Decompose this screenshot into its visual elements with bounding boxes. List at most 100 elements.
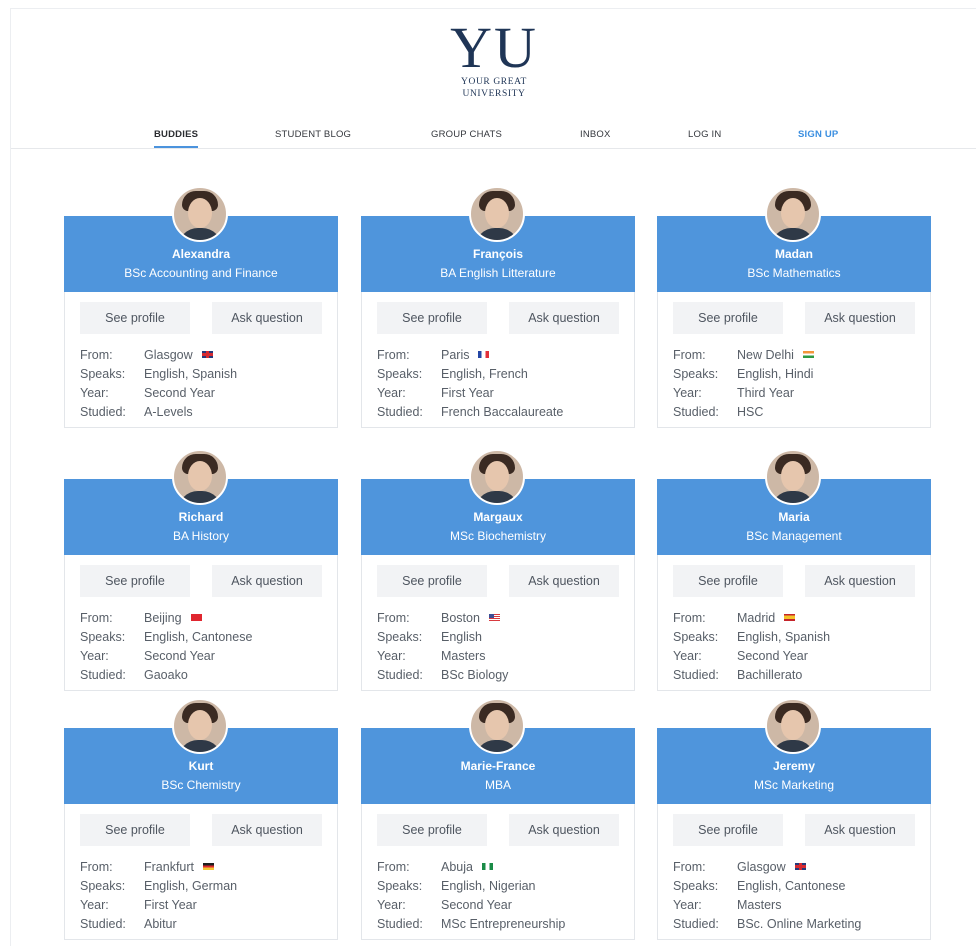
year-value: Second Year xyxy=(441,898,512,912)
ask-question-button[interactable]: Ask question xyxy=(212,565,322,597)
site-header: YU YOUR GREAT UNIVERSITY BUDDIES STUDENT… xyxy=(11,9,976,149)
avatar[interactable] xyxy=(172,449,228,505)
see-profile-button[interactable]: See profile xyxy=(80,814,190,846)
avatar-body xyxy=(771,228,815,240)
studied-value: French Baccalaureate xyxy=(441,405,564,419)
see-profile-button[interactable]: See profile xyxy=(80,302,190,334)
see-profile-button[interactable]: See profile xyxy=(377,302,487,334)
year-label: Year: xyxy=(673,649,702,663)
nav-group-chats[interactable]: GROUP CHATS xyxy=(431,129,502,140)
buddy-course: BSc Chemistry xyxy=(161,778,241,792)
avatar[interactable] xyxy=(469,698,525,754)
uk-flag-icon xyxy=(794,863,806,870)
university-logo[interactable]: YU YOUR GREAT UNIVERSITY xyxy=(419,19,569,100)
logo-line-2: UNIVERSITY xyxy=(462,89,526,99)
ask-question-button[interactable]: Ask question xyxy=(805,565,915,597)
avatar[interactable] xyxy=(469,186,525,242)
from-label: From: xyxy=(377,860,410,874)
card-header: Margaux MSc Biochemistry xyxy=(361,449,635,555)
logo-line-1: YOUR GREAT xyxy=(461,77,527,87)
speaks-value: English, German xyxy=(144,879,238,893)
card-header: Madan BSc Mathematics xyxy=(657,186,931,292)
year-value: Third Year xyxy=(737,386,794,400)
buddy-name: Marie-France xyxy=(460,759,536,773)
studied-label: Studied: xyxy=(80,668,126,682)
buddy-name: François xyxy=(472,247,523,261)
buddy-name: Kurt xyxy=(188,759,214,773)
from-value: Beijing xyxy=(144,609,202,628)
see-profile-button[interactable]: See profile xyxy=(80,565,190,597)
buddy-card: Madan BSc Mathematics See profile Ask qu… xyxy=(657,186,931,428)
ask-question-button[interactable]: Ask question xyxy=(805,814,915,846)
ask-question-button[interactable]: Ask question xyxy=(212,814,322,846)
buddy-course: BSc Accounting and Finance xyxy=(124,266,278,280)
speaks-label: Speaks: xyxy=(80,367,126,381)
buddy-card: Maria BSc Management See profile Ask que… xyxy=(657,449,931,691)
card-header: Kurt BSc Chemistry xyxy=(64,698,338,804)
nav-buddies[interactable]: BUDDIES xyxy=(154,129,199,148)
buddy-card: François BA English Litterature See prof… xyxy=(361,186,635,428)
buddy-card: Richard BA History See profile Ask quest… xyxy=(64,449,338,691)
speaks-value: English, Cantonese xyxy=(737,879,846,893)
speaks-label: Speaks: xyxy=(673,879,719,893)
see-profile-button[interactable]: See profile xyxy=(673,565,783,597)
from-text: New Delhi xyxy=(737,348,794,362)
buddy-card: Margaux MSc Biochemistry See profile Ask… xyxy=(361,449,635,691)
studied-value: BSc Biology xyxy=(441,668,509,682)
year-label: Year: xyxy=(80,649,109,663)
studied-label: Studied: xyxy=(673,405,719,419)
speaks-label: Speaks: xyxy=(377,630,423,644)
see-profile-button[interactable]: See profile xyxy=(673,814,783,846)
year-label: Year: xyxy=(377,649,406,663)
avatar-body xyxy=(475,740,519,752)
buddy-card: Kurt BSc Chemistry See profile Ask quest… xyxy=(64,698,338,940)
year-value: Masters xyxy=(737,898,782,912)
nav-log-in[interactable]: LOG IN xyxy=(688,129,721,140)
card-header: Richard BA History xyxy=(64,449,338,555)
ask-question-button[interactable]: Ask question xyxy=(805,302,915,334)
ask-question-button[interactable]: Ask question xyxy=(509,814,619,846)
spain-flag-icon xyxy=(784,614,796,621)
speaks-value: English, French xyxy=(441,367,528,381)
nav-sign-up[interactable]: SIGN UP xyxy=(798,129,838,140)
speaks-value: English, Nigerian xyxy=(441,879,536,893)
studied-value: Abitur xyxy=(144,917,177,931)
buddy-course: MSc Biochemistry xyxy=(449,529,547,543)
ask-question-button[interactable]: Ask question xyxy=(509,565,619,597)
france-flag-icon xyxy=(478,351,490,358)
avatar[interactable] xyxy=(172,186,228,242)
avatar-body xyxy=(771,491,815,503)
speaks-label: Speaks: xyxy=(80,879,126,893)
speaks-value: English, Spanish xyxy=(737,630,831,644)
ask-question-button[interactable]: Ask question xyxy=(509,302,619,334)
see-profile-button[interactable]: See profile xyxy=(377,814,487,846)
usa-flag-icon xyxy=(488,614,500,621)
see-profile-button[interactable]: See profile xyxy=(377,565,487,597)
avatar[interactable] xyxy=(172,698,228,754)
speaks-label: Speaks: xyxy=(673,630,719,644)
studied-label: Studied: xyxy=(80,405,126,419)
speaks-value: English, Spanish xyxy=(144,367,238,381)
avatar[interactable] xyxy=(765,186,821,242)
nav-student-blog[interactable]: STUDENT BLOG xyxy=(275,129,351,140)
year-label: Year: xyxy=(377,386,406,400)
speaks-label: Speaks: xyxy=(377,367,423,381)
ask-question-button[interactable]: Ask question xyxy=(212,302,322,334)
buddy-course: BSc Management xyxy=(746,529,842,543)
from-value: Boston xyxy=(441,609,500,628)
speaks-label: Speaks: xyxy=(377,879,423,893)
card-header: François BA English Litterature xyxy=(361,186,635,292)
avatar-face xyxy=(485,198,509,228)
avatar-face xyxy=(188,710,212,740)
nav-inbox[interactable]: INBOX xyxy=(580,129,611,140)
from-label: From: xyxy=(673,860,706,874)
from-label: From: xyxy=(377,611,410,625)
year-value: First Year xyxy=(144,898,197,912)
avatar-body xyxy=(475,491,519,503)
avatar[interactable] xyxy=(469,449,525,505)
avatar-face xyxy=(781,198,805,228)
avatar[interactable] xyxy=(765,449,821,505)
avatar-face xyxy=(485,710,509,740)
avatar[interactable] xyxy=(765,698,821,754)
see-profile-button[interactable]: See profile xyxy=(673,302,783,334)
